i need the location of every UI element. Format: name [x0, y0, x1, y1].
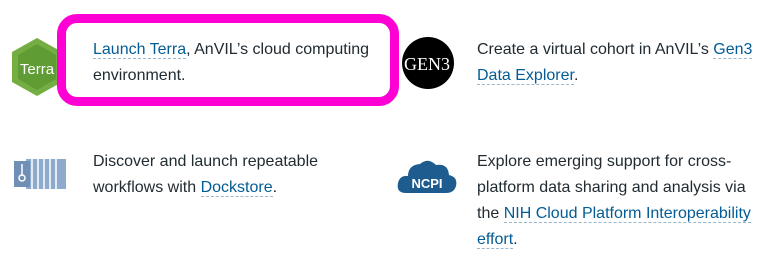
svg-text:Terra: Terra — [20, 61, 55, 78]
dockstore-link[interactable]: Dockstore — [200, 179, 273, 197]
ncpi-after-text: . — [513, 231, 518, 248]
gen3-after-text: . — [573, 67, 579, 84]
terra-logo: Terra — [10, 36, 64, 98]
dockstore-logo — [12, 156, 68, 192]
gen3-logo: GEN3 — [401, 36, 455, 90]
ncpi-description: Explore emerging support for cross-platf… — [477, 149, 762, 253]
nih-cloud-platform-link[interactable]: NIH Cloud Platform Interoperability effo… — [477, 205, 751, 249]
dockstore-description: Discover and launch repeatable workflows… — [93, 149, 378, 201]
highlight-box — [57, 14, 399, 106]
svg-text:NCPI: NCPI — [411, 176, 442, 191]
gen3-description: Create a virtual cohort in AnVIL’s Gen3 … — [477, 37, 762, 89]
gen3-before-text: Create a virtual cohort in AnVIL’s — [477, 41, 714, 58]
svg-text:GEN3: GEN3 — [404, 54, 450, 74]
dockstore-after-text: . — [272, 179, 278, 196]
ncpi-logo: NCPI — [396, 157, 458, 199]
